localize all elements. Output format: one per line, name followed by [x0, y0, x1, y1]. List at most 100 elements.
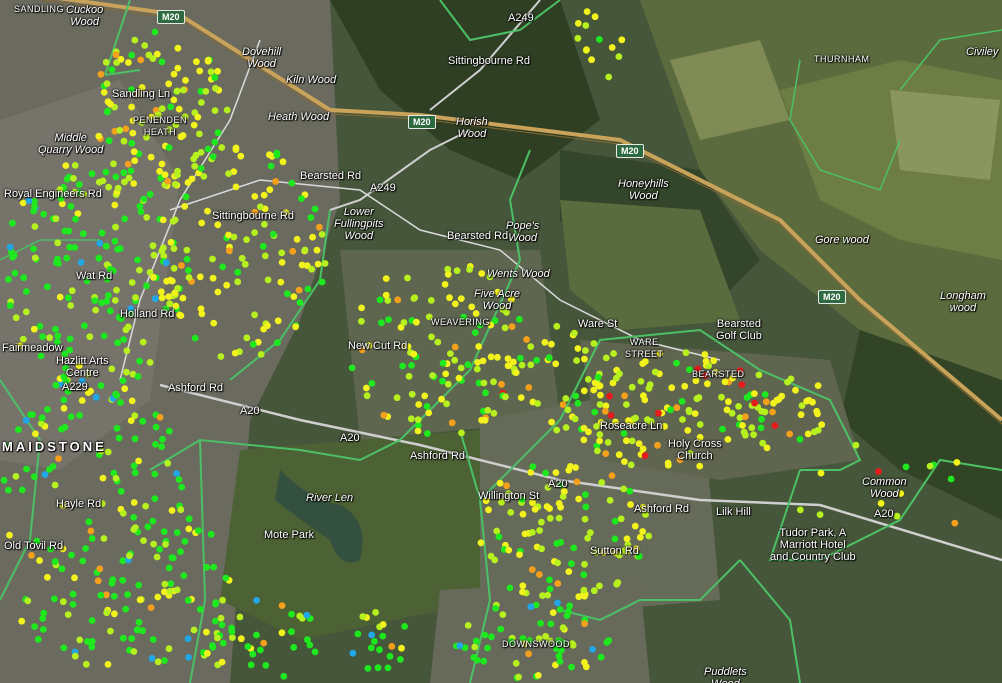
sensor-dot[interactable]	[554, 599, 561, 607]
sensor-dot[interactable]	[773, 396, 781, 404]
sensor-dot[interactable]	[134, 90, 142, 97]
sensor-dot[interactable]	[184, 179, 192, 186]
sensor-dot[interactable]	[298, 261, 306, 269]
sensor-dot[interactable]	[107, 627, 114, 635]
sensor-dot[interactable]	[321, 260, 329, 267]
sensor-dot[interactable]	[133, 626, 141, 634]
sensor-dot[interactable]	[260, 191, 268, 199]
sensor-dot[interactable]	[296, 299, 304, 306]
sensor-dot[interactable]	[251, 208, 259, 216]
sensor-dot[interactable]	[169, 554, 177, 562]
sensor-dot[interactable]	[166, 126, 173, 133]
sensor-dot[interactable]	[59, 545, 67, 553]
sensor-dot[interactable]	[516, 315, 523, 323]
sensor-dot[interactable]	[154, 658, 162, 666]
sensor-dot[interactable]	[117, 487, 125, 495]
sensor-dot[interactable]	[504, 362, 512, 370]
sensor-dot[interactable]	[156, 545, 164, 553]
sensor-dot[interactable]	[627, 461, 635, 469]
sensor-dot[interactable]	[143, 133, 150, 141]
sensor-dot[interactable]	[119, 576, 127, 584]
sensor-dot[interactable]	[602, 450, 610, 457]
sensor-dot[interactable]	[130, 514, 138, 521]
sensor-dot[interactable]	[66, 346, 74, 354]
sensor-dot[interactable]	[226, 247, 233, 255]
sensor-dot[interactable]	[620, 429, 628, 437]
sensor-dot[interactable]	[529, 499, 536, 507]
sensor-dot[interactable]	[60, 404, 68, 412]
sensor-dot[interactable]	[378, 319, 385, 327]
sensor-dot[interactable]	[166, 587, 174, 595]
sensor-dot[interactable]	[103, 80, 111, 88]
sensor-dot[interactable]	[184, 596, 192, 604]
sensor-dot[interactable]	[158, 105, 166, 112]
sensor-dot[interactable]	[33, 537, 41, 545]
sensor-dot[interactable]	[179, 86, 187, 94]
sensor-dot[interactable]	[382, 291, 390, 299]
sensor-dot[interactable]	[167, 239, 175, 246]
sensor-dot[interactable]	[162, 259, 170, 267]
sensor-dot[interactable]	[100, 535, 108, 542]
sensor-dot[interactable]	[519, 588, 526, 596]
sensor-dot[interactable]	[480, 657, 488, 665]
sensor-dot[interactable]	[0, 476, 8, 484]
sensor-dot[interactable]	[543, 503, 551, 510]
sensor-dot[interactable]	[128, 86, 135, 93]
sensor-dot[interactable]	[685, 408, 693, 416]
sensor-dot[interactable]	[39, 333, 46, 340]
sensor-dot[interactable]	[581, 515, 589, 523]
sensor-dot[interactable]	[191, 334, 199, 342]
sensor-dot[interactable]	[505, 546, 513, 554]
sensor-dot[interactable]	[693, 395, 701, 403]
sensor-dot[interactable]	[238, 254, 246, 262]
sensor-dot[interactable]	[22, 416, 30, 424]
sensor-dot[interactable]	[563, 612, 571, 619]
sensor-dot[interactable]	[44, 573, 51, 581]
sensor-dot[interactable]	[439, 359, 447, 367]
sensor-dot[interactable]	[761, 391, 769, 398]
sensor-dot[interactable]	[183, 255, 191, 263]
sensor-dot[interactable]	[88, 535, 96, 542]
sensor-dot[interactable]	[278, 259, 286, 266]
sensor-dot[interactable]	[363, 384, 370, 392]
sensor-dot[interactable]	[152, 441, 159, 448]
sensor-dot[interactable]	[113, 424, 121, 432]
sensor-dot[interactable]	[614, 579, 622, 586]
sensor-dot[interactable]	[596, 36, 603, 43]
sensor-dot[interactable]	[951, 519, 959, 527]
sensor-dot[interactable]	[6, 243, 14, 251]
sensor-dot[interactable]	[313, 246, 321, 254]
sensor-dot[interactable]	[471, 329, 479, 336]
sensor-dot[interactable]	[153, 553, 161, 561]
sensor-dot[interactable]	[158, 294, 166, 302]
sensor-dot[interactable]	[123, 368, 130, 376]
sensor-dot[interactable]	[570, 544, 578, 552]
sensor-dot[interactable]	[151, 295, 159, 303]
sensor-dot[interactable]	[175, 105, 183, 113]
sensor-dot[interactable]	[182, 193, 190, 201]
sensor-dot[interactable]	[23, 465, 30, 473]
sensor-dot[interactable]	[264, 276, 272, 284]
sensor-dot[interactable]	[813, 407, 821, 415]
sensor-dot[interactable]	[701, 351, 709, 358]
sensor-dot[interactable]	[502, 393, 509, 401]
sensor-dot[interactable]	[505, 490, 512, 498]
sensor-dot[interactable]	[471, 643, 479, 651]
sensor-dot[interactable]	[164, 177, 172, 185]
sensor-dot[interactable]	[484, 644, 491, 652]
sensor-dot[interactable]	[738, 381, 746, 388]
sensor-dot[interactable]	[518, 496, 526, 503]
sensor-dot[interactable]	[143, 214, 151, 221]
sensor-dot[interactable]	[499, 306, 507, 313]
sensor-dot[interactable]	[590, 340, 598, 347]
sensor-dot[interactable]	[163, 277, 171, 285]
sensor-dot[interactable]	[214, 129, 222, 137]
sensor-dot[interactable]	[260, 325, 267, 333]
sensor-dot[interactable]	[518, 361, 526, 369]
sensor-dot[interactable]	[349, 649, 357, 657]
sensor-dot[interactable]	[503, 482, 510, 490]
sensor-dot[interactable]	[492, 605, 499, 612]
sensor-dot[interactable]	[562, 395, 570, 402]
sensor-dot[interactable]	[128, 635, 136, 643]
sensor-dot[interactable]	[571, 329, 578, 337]
